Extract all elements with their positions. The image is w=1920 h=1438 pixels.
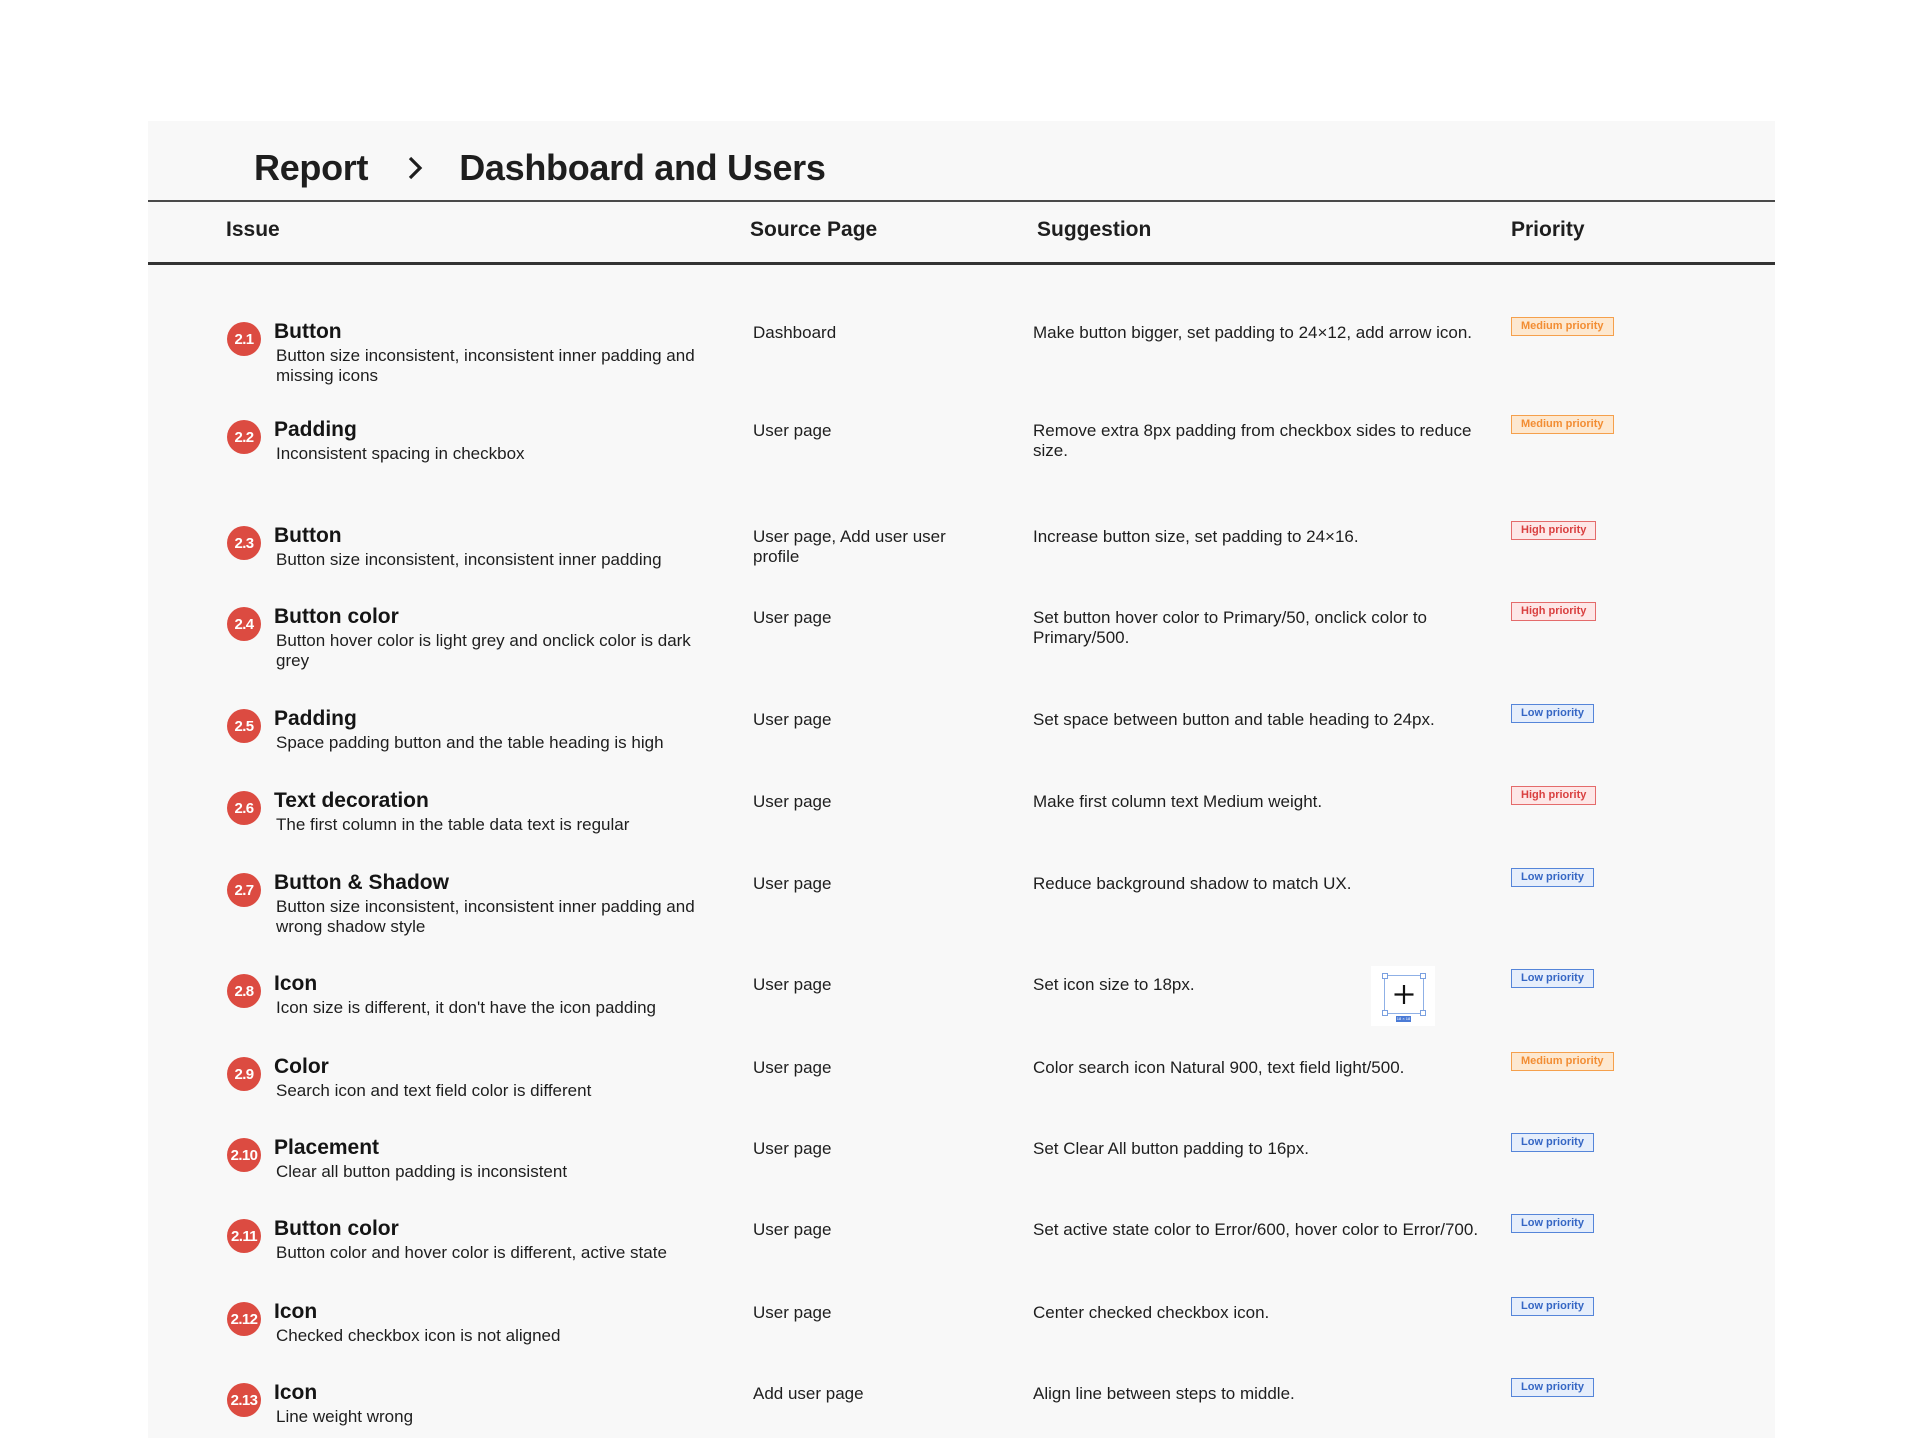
issue-number-badge: 2.13 (227, 1383, 261, 1417)
column-header-issue: Issue (226, 218, 280, 241)
issue-number-badge: 2.11 (227, 1219, 261, 1253)
resize-handle (1382, 1010, 1388, 1016)
issue-title: Icon (274, 1381, 318, 1404)
issue-title: Button & Shadow (274, 871, 449, 894)
source-page: User page (753, 792, 832, 811)
issue-number-badge: 2.6 (227, 791, 261, 825)
suggestion-text: Set Clear All button padding to 16px. (1033, 1139, 1309, 1158)
issue-title: Button color (274, 1217, 399, 1240)
issue-description: Inconsistent spacing in checkbox (276, 444, 525, 463)
issue-title: Button (274, 320, 342, 343)
issue-title: Icon (274, 972, 318, 995)
issue-number-badge: 2.10 (227, 1138, 261, 1172)
plus-icon (1394, 985, 1414, 1004)
source-page: User page (753, 874, 832, 893)
header-divider-top (148, 200, 1775, 202)
issue-title: Color (274, 1055, 329, 1078)
priority-badge: Low priority (1511, 1133, 1594, 1152)
issue-description: Button hover color is light grey and onc… (276, 631, 691, 670)
resize-handle (1382, 973, 1388, 979)
priority-badge: High priority (1511, 602, 1597, 621)
suggestion-text: Set active state color to Error/600, hov… (1033, 1220, 1479, 1239)
issue-description: Button size inconsistent, inconsistent i… (276, 346, 695, 385)
issue-number-badge: 2.8 (227, 974, 261, 1008)
issue-number-badge: 2.4 (227, 607, 261, 641)
issue-number-badge: 2.2 (227, 420, 261, 454)
breadcrumb-root[interactable]: Report (254, 147, 369, 189)
issue-title: Placement (274, 1136, 380, 1159)
suggestion-text: Make first column text Medium weight. (1033, 792, 1323, 811)
issue-title: Padding (274, 707, 357, 730)
source-page: User page (753, 975, 832, 994)
resize-handle (1420, 1010, 1426, 1016)
issue-description: Checked checkbox icon is not aligned (276, 1326, 561, 1345)
issue-description: Button size inconsistent, inconsistent i… (276, 550, 662, 569)
priority-badge: Low priority (1511, 1214, 1594, 1233)
suggestion-text: Reduce background shadow to match UX. (1033, 874, 1352, 893)
source-page: Add user page (753, 1384, 864, 1403)
priority-badge: Medium priority (1511, 317, 1614, 336)
issue-description: Icon size is different, it don't have th… (276, 998, 657, 1017)
priority-badge: Medium priority (1511, 415, 1614, 434)
priority-badge: Low priority (1511, 1297, 1594, 1316)
source-page: User page, Add user user profile (753, 527, 946, 566)
chevron-right-icon (390, 143, 439, 193)
size-label: 18 × 18 (1396, 1016, 1411, 1022)
suggestion-text: Increase button size, set padding to 24×… (1033, 527, 1359, 546)
source-page: Dashboard (753, 323, 837, 342)
priority-badge: Low priority (1511, 1378, 1594, 1397)
suggestion-text: Set space between button and table headi… (1033, 710, 1435, 729)
column-header-priority: Priority (1511, 218, 1585, 241)
priority-badge: Low priority (1511, 868, 1594, 887)
issue-title: Button color (274, 605, 399, 628)
suggestion-text: Center checked checkbox icon. (1033, 1303, 1270, 1322)
icon-size-example: 18 × 18 (1371, 966, 1435, 1026)
issue-number-badge: 2.9 (227, 1057, 261, 1091)
issue-title: Padding (274, 418, 357, 441)
issue-title: Text decoration (274, 789, 429, 812)
suggestion-text: Remove extra 8px padding from checkbox s… (1033, 421, 1472, 460)
issue-description: Search icon and text field color is diff… (276, 1081, 592, 1100)
source-page: User page (753, 710, 832, 729)
header-divider-bottom (148, 262, 1775, 265)
source-page: User page (753, 1303, 832, 1322)
source-page: User page (753, 608, 832, 627)
issue-description: Button size inconsistent, inconsistent i… (276, 897, 695, 936)
suggestion-text: Make button bigger, set padding to 24×12… (1033, 323, 1472, 342)
issue-title: Icon (274, 1300, 318, 1323)
priority-badge: Low priority (1511, 704, 1594, 723)
selection-frame (1384, 975, 1424, 1014)
issue-number-badge: 2.3 (227, 526, 261, 560)
priority-badge: High priority (1511, 521, 1597, 540)
breadcrumb: Report Dashboard and Users (254, 143, 826, 193)
issue-description: Clear all button padding is inconsistent (276, 1162, 568, 1181)
issue-number-badge: 2.5 (227, 709, 261, 743)
issue-description: The first column in the table data text … (276, 815, 630, 834)
priority-badge: High priority (1511, 786, 1597, 805)
resize-handle (1420, 973, 1426, 979)
issue-description: Line weight wrong (276, 1407, 414, 1426)
breadcrumb-current: Dashboard and Users (459, 147, 826, 188)
source-page: User page (753, 1139, 832, 1158)
priority-badge: Low priority (1511, 969, 1594, 988)
issue-number-badge: 2.1 (227, 322, 261, 356)
issue-title: Button (274, 524, 342, 547)
column-header-source-page: Source Page (750, 218, 878, 241)
suggestion-text: Align line between steps to middle. (1033, 1384, 1295, 1403)
suggestion-text: Color search icon Natural 900, text fiel… (1033, 1058, 1405, 1077)
report-panel: Report Dashboard and Users Issue Source … (148, 121, 1775, 1438)
source-page: User page (753, 1220, 832, 1239)
issue-description: Space padding button and the table headi… (276, 733, 664, 752)
suggestion-text: Set button hover color to Primary/50, on… (1033, 608, 1428, 647)
column-header-suggestion: Suggestion (1037, 218, 1152, 241)
source-page: User page (753, 421, 832, 440)
source-page: User page (753, 1058, 832, 1077)
issue-number-badge: 2.7 (227, 873, 261, 907)
issue-number-badge: 2.12 (227, 1302, 261, 1336)
issue-description: Button color and hover color is differen… (276, 1243, 667, 1262)
priority-badge: Medium priority (1511, 1052, 1614, 1071)
